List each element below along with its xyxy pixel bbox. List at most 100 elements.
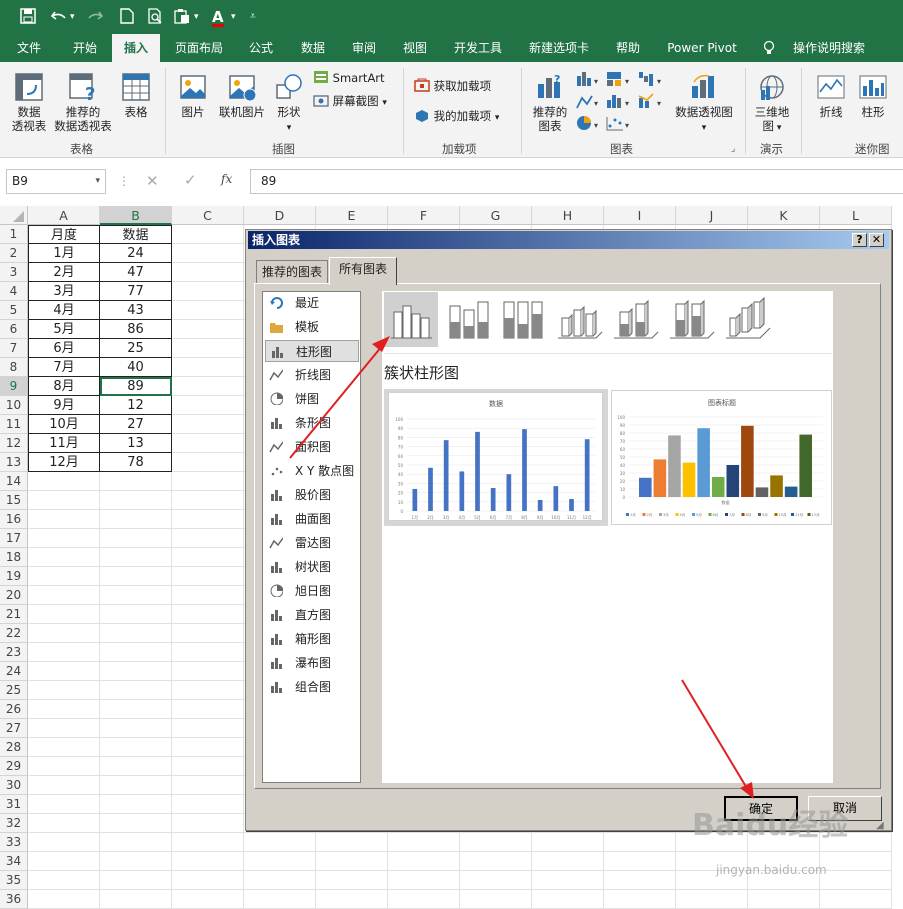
cell[interactable] [532, 871, 604, 890]
3d-column-subtype[interactable] [720, 292, 774, 347]
3d-percent-stacked-column-subtype[interactable] [664, 292, 718, 347]
cell[interactable] [172, 377, 244, 396]
customize-qat-icon[interactable]: ⩡ [250, 8, 256, 26]
row-header[interactable]: 24 [0, 662, 28, 681]
3d-clustered-column-subtype[interactable] [552, 292, 606, 347]
cell[interactable] [172, 833, 244, 852]
cell[interactable] [28, 472, 100, 491]
cell[interactable] [172, 776, 244, 795]
month-cell[interactable]: 2月 [28, 263, 100, 282]
cell[interactable] [100, 871, 172, 890]
undo-dropdown-icon[interactable]: ▾ [70, 8, 75, 26]
column-header[interactable]: B [100, 206, 172, 225]
row-header[interactable]: 19 [0, 567, 28, 586]
month-cell[interactable]: 11月 [28, 434, 100, 453]
tab-view[interactable]: 视图 [394, 34, 436, 62]
column-header[interactable]: F [388, 206, 460, 225]
month-cell[interactable]: 7月 [28, 358, 100, 377]
cell[interactable] [316, 833, 388, 852]
paste-dropdown-icon[interactable]: ▾ [194, 8, 199, 26]
row-header[interactable]: 25 [0, 681, 28, 700]
redo-icon[interactable] [86, 8, 104, 28]
cell[interactable] [172, 643, 244, 662]
picture-button[interactable]: 图片 [176, 72, 210, 119]
row-header[interactable]: 1 [0, 225, 28, 244]
cell[interactable] [28, 548, 100, 567]
cell[interactable] [244, 871, 316, 890]
shapes-button[interactable]: 形状 ▾ [272, 72, 306, 135]
resize-grip-icon[interactable]: ◢ [876, 820, 884, 831]
column-header[interactable]: G [460, 206, 532, 225]
row-header[interactable]: 33 [0, 833, 28, 852]
cell[interactable] [388, 890, 460, 909]
cell[interactable] [172, 757, 244, 776]
font-color-dropdown-icon[interactable]: ▾ [231, 8, 236, 26]
cell[interactable] [28, 700, 100, 719]
cell[interactable] [100, 586, 172, 605]
cell[interactable] [532, 890, 604, 909]
line-chart-icon[interactable]: ▾ [576, 95, 598, 109]
hierarchy-chart-icon[interactable]: ▾ [607, 72, 629, 86]
row-header[interactable]: 20 [0, 586, 28, 605]
font-color-icon[interactable]: A [212, 8, 224, 26]
month-cell[interactable]: 8月 [28, 377, 100, 396]
formula-input[interactable]: 89 [250, 169, 903, 194]
cell[interactable] [172, 472, 244, 491]
cell[interactable] [100, 548, 172, 567]
row-header[interactable]: 12 [0, 434, 28, 453]
cell[interactable] [172, 795, 244, 814]
pie-chart-icon[interactable]: ▾ [577, 116, 598, 130]
cell[interactable] [748, 890, 820, 909]
cell[interactable] [316, 852, 388, 871]
cell[interactable] [28, 814, 100, 833]
cell[interactable] [172, 529, 244, 548]
cell[interactable] [28, 871, 100, 890]
row-header[interactable]: 8 [0, 358, 28, 377]
cell[interactable] [172, 548, 244, 567]
cell[interactable] [244, 833, 316, 852]
print-preview-icon[interactable] [148, 8, 164, 28]
cell[interactable] [100, 757, 172, 776]
value-cell[interactable]: 13 [100, 434, 172, 453]
column-header[interactable]: E [316, 206, 388, 225]
smartart-button[interactable]: SmartArt [313, 70, 385, 86]
cell[interactable] [388, 871, 460, 890]
cell[interactable] [100, 681, 172, 700]
cell[interactable] [172, 339, 244, 358]
chart-type-item[interactable]: 瀑布图 [265, 652, 359, 674]
cell[interactable] [100, 776, 172, 795]
chart-type-item[interactable]: 模板 [265, 316, 359, 338]
stacked-column-subtype[interactable] [440, 292, 494, 347]
save-icon[interactable] [20, 8, 36, 28]
cancel-icon[interactable]: ✕ [146, 172, 159, 190]
chart-type-item[interactable]: 条形图 [265, 412, 359, 434]
cell[interactable] [244, 890, 316, 909]
value-cell[interactable]: 40 [100, 358, 172, 377]
column-header[interactable]: H [532, 206, 604, 225]
tab-help[interactable]: 帮助 [606, 34, 650, 62]
column-header[interactable]: K [748, 206, 820, 225]
cell[interactable] [460, 852, 532, 871]
name-box[interactable]: B9 ▾ [6, 169, 106, 194]
cell[interactable] [100, 814, 172, 833]
month-cell[interactable]: 12月 [28, 453, 100, 472]
active-cell[interactable]: 89 [100, 377, 172, 396]
cell[interactable] [172, 624, 244, 643]
month-cell[interactable]: 10月 [28, 415, 100, 434]
cell[interactable] [604, 833, 676, 852]
chart-type-item[interactable]: 树状图 [265, 556, 359, 578]
tab-new[interactable]: 新建选项卡 [520, 34, 598, 62]
cell[interactable] [100, 662, 172, 681]
row-header[interactable]: 36 [0, 890, 28, 909]
month-cell[interactable]: 9月 [28, 396, 100, 415]
cell[interactable] [100, 624, 172, 643]
column-header[interactable]: L [820, 206, 892, 225]
cell[interactable] [604, 852, 676, 871]
percent-stacked-column-subtype[interactable] [496, 292, 550, 347]
chart-type-item[interactable]: 雷达图 [265, 532, 359, 554]
chart-type-item[interactable]: 箱形图 [265, 628, 359, 650]
cell[interactable] [172, 282, 244, 301]
value-cell[interactable]: 27 [100, 415, 172, 434]
row-header[interactable]: 3 [0, 263, 28, 282]
cell[interactable] [100, 567, 172, 586]
